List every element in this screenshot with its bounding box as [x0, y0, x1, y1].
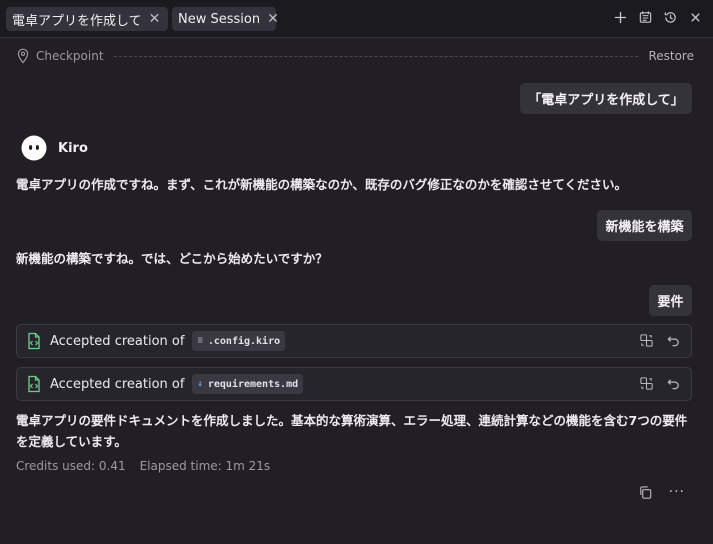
assistant-message: 電卓アプリの要件ドキュメントを作成しました。基本的な算術演算、エラー処理、連続計…	[16, 413, 688, 449]
config-file-icon: ≡	[197, 336, 203, 346]
close-icon[interactable]: ✕	[149, 12, 161, 26]
usage-stats: Credits used: 0.41 Elapsed time: 1m 21s	[16, 459, 270, 473]
plus-icon[interactable]	[612, 9, 628, 25]
user-message: 「電卓アプリを作成して」	[520, 83, 692, 114]
accepted-label: Accepted creation of	[50, 333, 185, 349]
tab-bar: 電卓アプリを作成して ✕ New Session ✕	[0, 0, 713, 38]
history-list-icon[interactable]	[637, 9, 653, 25]
undo-icon[interactable]	[666, 376, 681, 391]
user-message: 要件	[649, 285, 692, 316]
tab-calculator-app[interactable]: 電卓アプリを作成して ✕	[6, 7, 168, 31]
file-chip[interactable]: ≡ .config.kiro	[192, 331, 286, 351]
tab-label: 電卓アプリを作成して	[12, 13, 142, 29]
file-name: requirements.md	[207, 378, 299, 390]
restore-button[interactable]: Restore	[648, 49, 694, 63]
markdown-file-icon: ↓	[197, 379, 203, 389]
kiro-avatar-icon	[21, 135, 47, 161]
close-icon[interactable]	[687, 9, 703, 25]
file-chip[interactable]: ↓ requirements.md	[192, 374, 304, 394]
card-actions	[639, 333, 681, 348]
credits-used: Credits used: 0.41	[16, 459, 126, 473]
more-options-icon[interactable]: ···	[669, 484, 685, 500]
card-actions	[639, 376, 681, 391]
file-name: .config.kiro	[207, 335, 281, 347]
checkpoint-row: Checkpoint Restore	[16, 46, 694, 66]
accepted-file-card: Accepted creation of ↓ requirements.md	[16, 367, 692, 401]
copy-icon[interactable]	[638, 485, 653, 500]
toolbar-actions	[612, 9, 703, 25]
message-actions: ···	[638, 484, 685, 500]
accepted-label: Accepted creation of	[50, 376, 185, 392]
accepted-file-card: Accepted creation of ≡ .config.kiro	[16, 324, 692, 358]
tab-label: New Session	[178, 11, 261, 27]
assistant-message: 新機能の構築ですね。では、どこから始めたいですか？	[16, 251, 328, 266]
file-code-icon	[28, 332, 40, 350]
close-icon[interactable]: ✕	[267, 12, 279, 26]
location-pin-icon	[17, 48, 29, 64]
history-clock-icon[interactable]	[662, 9, 678, 25]
file-code-icon	[28, 375, 40, 393]
user-message: 新機能を構築	[597, 210, 692, 241]
assistant-message: 電卓アプリの作成ですね。まず、これが新機能の構築なのか、既存のバグ修正なのかを確…	[16, 177, 628, 192]
tab-new-session[interactable]: New Session ✕	[172, 7, 279, 31]
checkpoint-label: Checkpoint	[36, 49, 104, 63]
divider	[113, 55, 639, 57]
assistant-header: Kiro	[21, 135, 88, 161]
undo-icon[interactable]	[666, 333, 681, 348]
compare-icon[interactable]	[639, 333, 654, 348]
assistant-name: Kiro	[58, 140, 88, 156]
compare-icon[interactable]	[639, 376, 654, 391]
elapsed-time: Elapsed time: 1m 21s	[139, 459, 271, 473]
